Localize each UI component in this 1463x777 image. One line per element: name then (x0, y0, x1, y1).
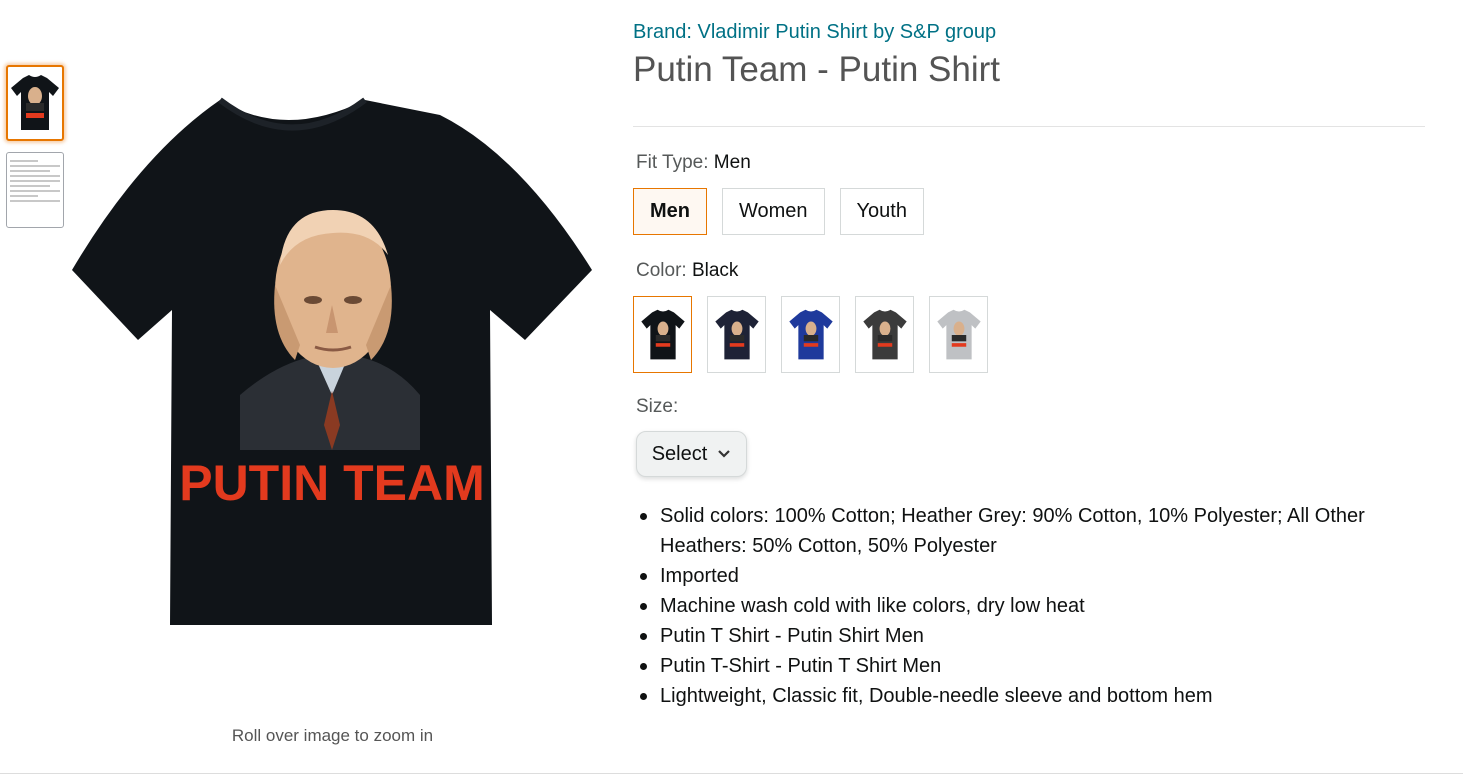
color-label: Color: Black (636, 258, 1428, 284)
size-chart-line (10, 200, 60, 202)
shirt-swatch-icon (788, 309, 833, 359)
fit-option-men[interactable]: Men (633, 188, 707, 235)
fit-type-label-text: Fit Type: (636, 152, 714, 173)
size-select[interactable]: Select (636, 431, 747, 477)
thumbnail-shirt-front[interactable] (6, 65, 64, 141)
size-chart-line (10, 180, 60, 182)
feature-bullet: Putin T-Shirt - Putin T Shirt Men (640, 651, 1428, 681)
fit-type-options: Men Women Youth (633, 188, 1428, 235)
size-chart-line (10, 195, 38, 197)
bottom-divider (0, 773, 1463, 774)
color-swatch-navy[interactable] (707, 296, 766, 373)
size-select-value: Select (651, 442, 708, 465)
shirt-swatch-icon (714, 309, 759, 359)
divider (633, 126, 1425, 127)
shirt-swatch-icon (640, 309, 685, 359)
size-chart-line (10, 165, 60, 167)
feature-bullets: Solid colors: 100% Cotton; Heather Grey:… (640, 501, 1428, 711)
shirt-print-text: PUTIN TEAM (179, 455, 485, 511)
feature-bullet: Lightweight, Classic fit, Double-needle … (640, 681, 1428, 711)
fit-type-label: Fit Type: Men (636, 150, 1428, 176)
feature-bullet: Putin T Shirt - Putin Shirt Men (640, 621, 1428, 651)
size-chart-line (10, 190, 60, 192)
thumbnail-size-chart[interactable] (6, 152, 64, 228)
feature-bullet: Imported (640, 561, 1428, 591)
fit-option-women[interactable]: Women (722, 188, 825, 235)
size-chart-line (10, 175, 60, 177)
color-swatch-royal-blue[interactable] (781, 296, 840, 373)
fit-option-youth[interactable]: Youth (839, 188, 924, 235)
thumbnail-strip (6, 65, 66, 239)
feature-bullet: Machine wash cold with like colors, dry … (640, 591, 1428, 621)
feature-bullet: Solid colors: 100% Cotton; Heather Grey:… (640, 501, 1428, 561)
shirt-thumbnail-image (11, 75, 59, 130)
size-chart-line (10, 160, 38, 162)
brand-link[interactable]: Brand: Vladimir Putin Shirt by S&P group (633, 18, 996, 46)
shirt-swatch-icon (862, 309, 907, 359)
fit-type-value: Men (713, 152, 751, 173)
size-chart-line (10, 185, 50, 187)
tshirt-illustration: PUTIN TEAM (72, 97, 592, 625)
chevron-down-icon (718, 450, 731, 458)
product-details: Brand: Vladimir Putin Shirt by S&P group… (633, 18, 1428, 711)
color-swatch-dark-heather[interactable] (855, 296, 914, 373)
color-swatch-black[interactable] (633, 296, 692, 373)
size-chart-line (10, 170, 50, 172)
zoom-hint: Roll over image to zoom in (231, 726, 434, 745)
product-title: Putin Team - Putin Shirt (633, 50, 1001, 89)
shirt-swatch-icon (936, 309, 981, 359)
color-value: Black (691, 260, 739, 281)
main-product-image[interactable]: PUTIN TEAM (70, 95, 596, 629)
size-label: Size: (636, 396, 679, 417)
color-swatches (633, 296, 1428, 373)
color-label-text: Color: (636, 260, 692, 281)
color-swatch-heather-grey[interactable] (929, 296, 988, 373)
